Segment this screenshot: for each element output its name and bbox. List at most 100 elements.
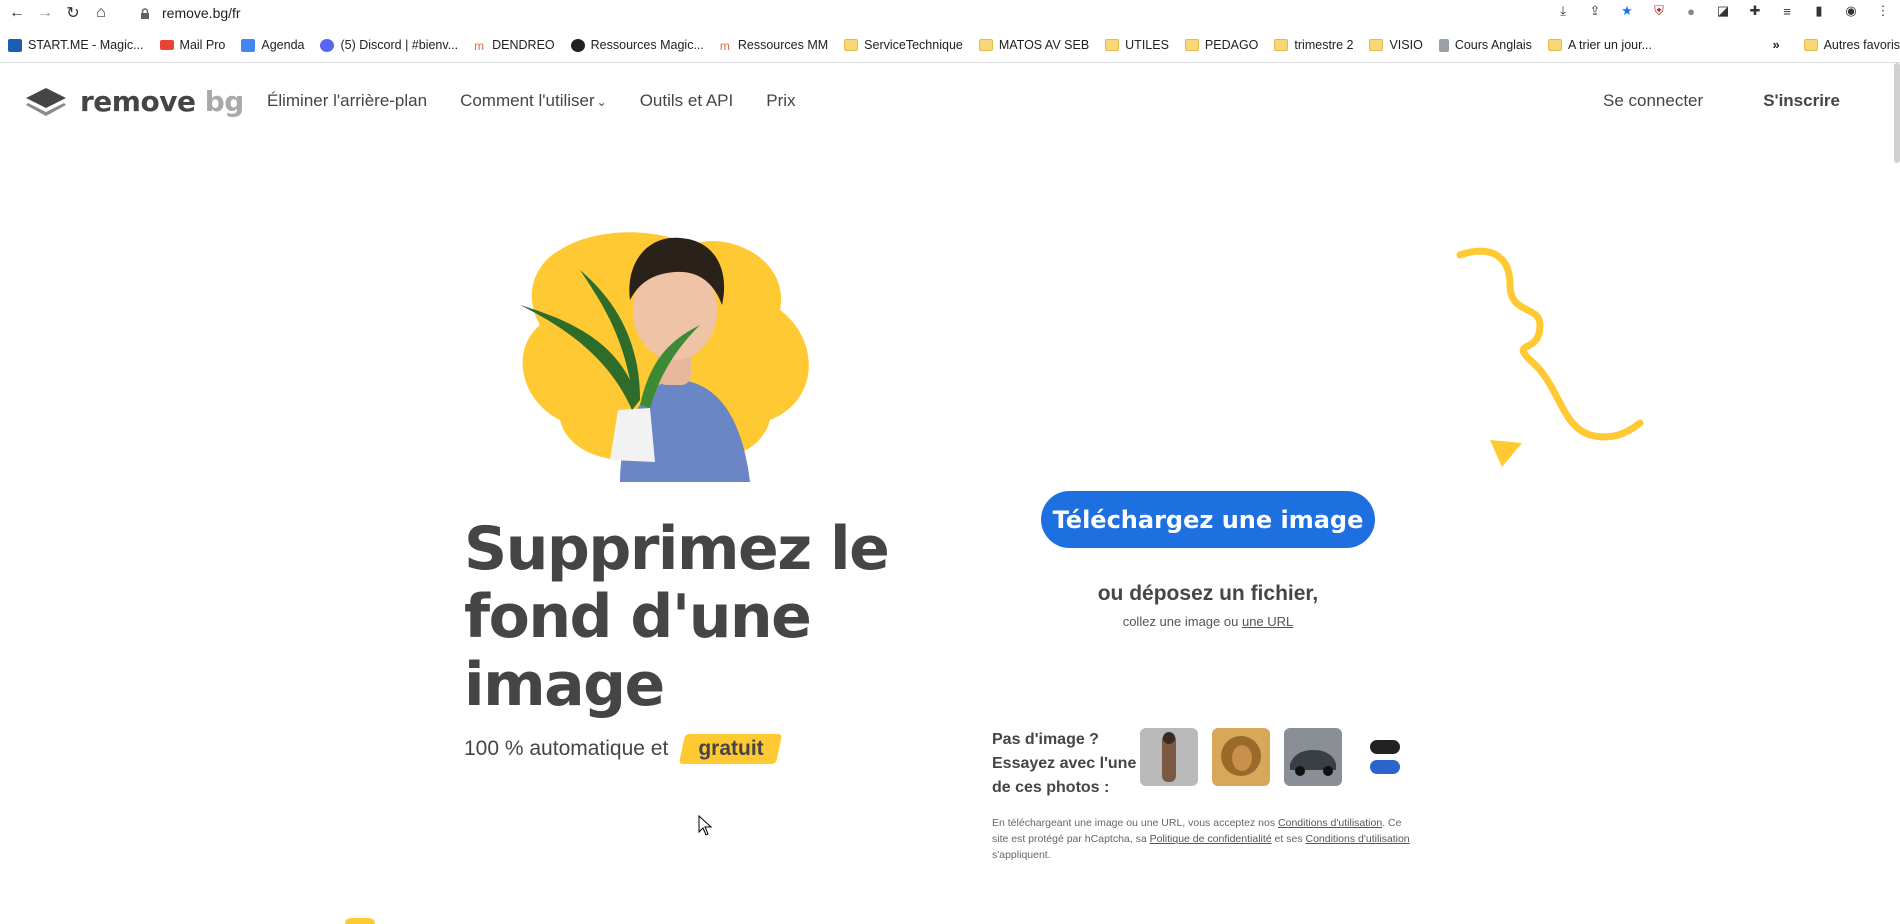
magic-m-icon: m bbox=[719, 38, 730, 53]
nav-how-to[interactable]: Comment l'utiliser ⌄ bbox=[460, 91, 607, 111]
extension-shield-icon[interactable]: ⛨ bbox=[1650, 2, 1668, 20]
terms-text: En téléchargeant une image ou une URL, v… bbox=[992, 817, 1276, 829]
auth-links: Se connecter S'inscrire bbox=[1603, 91, 1840, 111]
install-icon[interactable]: ⤓ bbox=[1554, 2, 1572, 20]
share-icon[interactable]: ⇪ bbox=[1586, 2, 1604, 20]
terms-link[interactable]: Conditions d'utilisation bbox=[1278, 817, 1382, 829]
calendar-icon bbox=[241, 38, 256, 52]
bookmark-item[interactable]: (5) Discord | #bienv... bbox=[320, 38, 458, 52]
bookmark-folder[interactable]: VISIO bbox=[1369, 38, 1423, 52]
bookmark-folder[interactable]: MATOS AV SEB bbox=[978, 38, 1090, 52]
folder-icon bbox=[844, 39, 859, 51]
bookmark-label: ServiceTechnique bbox=[864, 38, 963, 52]
chevron-down-icon: ⌄ bbox=[596, 95, 607, 109]
overflow-label: » bbox=[1772, 38, 1780, 52]
hero-person-image bbox=[520, 232, 809, 482]
gmail-icon bbox=[159, 40, 174, 50]
folder-icon bbox=[1369, 39, 1384, 51]
paste-hint-text: collez une image ou bbox=[1122, 614, 1239, 629]
bookmark-item[interactable]: m DENDREO bbox=[474, 38, 555, 53]
nav-tools-api[interactable]: Outils et API bbox=[640, 91, 734, 111]
startme-icon bbox=[8, 38, 22, 52]
bookmark-item[interactable]: Agenda bbox=[241, 38, 304, 52]
subline-text: 100 % automatique et bbox=[464, 737, 669, 760]
bookmark-item[interactable]: Cours Anglais bbox=[1438, 38, 1532, 52]
bookmark-label: trimestre 2 bbox=[1294, 38, 1354, 52]
extensions-puzzle-icon[interactable]: ✚ bbox=[1746, 2, 1764, 20]
signup-link[interactable]: S'inscrire bbox=[1763, 91, 1840, 111]
reload-icon[interactable]: ↻ bbox=[62, 2, 84, 24]
forward-icon[interactable]: → bbox=[34, 2, 56, 24]
logo[interactable]: remove bg bbox=[24, 85, 244, 118]
side-panel-icon[interactable]: ▮ bbox=[1810, 2, 1828, 20]
url-link[interactable]: une URL bbox=[1242, 614, 1293, 629]
nav-pricing[interactable]: Prix bbox=[766, 91, 795, 111]
folder-icon bbox=[1803, 39, 1818, 51]
nav-remove-background[interactable]: Éliminer l'arrière-plan bbox=[267, 91, 427, 111]
folder-icon bbox=[978, 39, 993, 51]
bookmark-label: Agenda bbox=[261, 38, 305, 52]
upload-image-button[interactable]: Téléchargez une image bbox=[1041, 491, 1375, 548]
bookmark-item[interactable]: Mail Pro bbox=[159, 38, 225, 52]
sample-lion-thumbnail[interactable] bbox=[1212, 728, 1270, 786]
bookmarks-bar: START.ME - Magic... Mail Pro Agenda (5) … bbox=[0, 33, 1900, 57]
bookmark-label: Ressources Magic... bbox=[590, 38, 704, 52]
page-scrollbar[interactable] bbox=[1894, 63, 1900, 163]
drop-file-text: ou déposez un fichier, bbox=[1097, 582, 1319, 605]
decorative-squiggle bbox=[1456, 247, 1644, 467]
bookmark-label: Autres favoris bbox=[1823, 38, 1900, 52]
globe-icon bbox=[570, 38, 585, 52]
other-bookmarks[interactable]: Autres favoris bbox=[1803, 38, 1900, 52]
sample-car-thumbnail[interactable] bbox=[1284, 728, 1342, 786]
bookmark-folder[interactable]: A trier un jour... bbox=[1547, 38, 1653, 52]
logo-bg: bg bbox=[204, 85, 245, 118]
logo-remove: remove bbox=[80, 85, 196, 118]
layers-logo-icon bbox=[26, 87, 66, 116]
bookmark-star-icon[interactable]: ★ bbox=[1618, 2, 1636, 20]
bookmark-label: A trier un jour... bbox=[1567, 38, 1653, 52]
bookmark-label: MATOS AV SEB bbox=[998, 38, 1090, 52]
url-text: remove.bg/fr bbox=[162, 5, 241, 21]
terms-text: s'appliquent. bbox=[992, 849, 1051, 861]
bookmark-folder[interactable]: PEDAGO bbox=[1184, 38, 1258, 52]
terms-notice: En téléchargeant une image ou une URL, v… bbox=[992, 815, 1412, 863]
bookmark-label: Cours Anglais bbox=[1454, 38, 1532, 52]
bookmark-label: DENDREO bbox=[492, 38, 555, 52]
paste-hint: collez une image ou une URL bbox=[1041, 614, 1375, 629]
folder-icon bbox=[1274, 39, 1289, 51]
back-icon[interactable]: ← bbox=[6, 2, 28, 24]
decorative-shape bbox=[345, 918, 375, 924]
extensions-area: ⤓ ⇪ ★ ⛨ ● ◪ ✚ ≡ ▮ ◉ ⋮ bbox=[1554, 2, 1892, 20]
bookmark-folder[interactable]: UTILES bbox=[1105, 38, 1169, 52]
mouse-cursor-icon bbox=[698, 815, 713, 836]
folder-icon bbox=[1105, 39, 1120, 51]
privacy-link[interactable]: Politique de confidentialité bbox=[1150, 833, 1272, 845]
mic-icon bbox=[1438, 38, 1449, 52]
bookmark-folder[interactable]: trimestre 2 bbox=[1274, 38, 1353, 52]
browser-toolbar: ← → ↻ ⌂ remove.bg/fr ⤓ ⇪ ★ ⛨ ● ◪ ✚ ≡ ▮ ◉… bbox=[0, 0, 1900, 26]
magic-m-icon: m bbox=[474, 38, 485, 53]
hcaptcha-terms-link[interactable]: Conditions d'utilisation bbox=[1305, 833, 1409, 845]
bookmark-folder[interactable]: ServiceTechnique bbox=[844, 38, 963, 52]
address-bar[interactable]: remove.bg/fr bbox=[140, 5, 241, 21]
sample-gamepads-thumbnail[interactable] bbox=[1356, 728, 1414, 786]
bookmarks-overflow[interactable]: » bbox=[1773, 38, 1780, 52]
login-link[interactable]: Se connecter bbox=[1603, 91, 1703, 111]
extension-lens-icon[interactable]: ◪ bbox=[1714, 2, 1732, 20]
bookmark-label: (5) Discord | #bienv... bbox=[340, 38, 459, 52]
bookmark-item[interactable]: m Ressources MM bbox=[719, 38, 828, 53]
menu-icon[interactable]: ⋮ bbox=[1874, 2, 1892, 20]
terms-text: et ses bbox=[1274, 833, 1303, 845]
sample-woman-thumbnail[interactable] bbox=[1140, 728, 1198, 786]
home-icon[interactable]: ⌂ bbox=[90, 2, 112, 24]
media-icon[interactable]: ≡ bbox=[1778, 2, 1796, 20]
logo-wordmark: remove bg bbox=[80, 85, 244, 118]
sample-thumbnails bbox=[1140, 728, 1414, 800]
samples-label: Pas d'image ? Essayez avec l'une de ces … bbox=[992, 731, 1137, 796]
bookmark-item[interactable]: Ressources Magic... bbox=[570, 38, 704, 52]
profile-avatar-icon[interactable]: ◉ bbox=[1842, 2, 1860, 20]
bookmark-item[interactable]: START.ME - Magic... bbox=[8, 38, 144, 52]
extension-badge-icon[interactable]: ● bbox=[1682, 2, 1700, 20]
hero-headline: Supprimez le fond d'une image bbox=[464, 514, 890, 720]
sample-photos: Pas d'image ? Essayez avec l'une de ces … bbox=[992, 728, 1414, 800]
